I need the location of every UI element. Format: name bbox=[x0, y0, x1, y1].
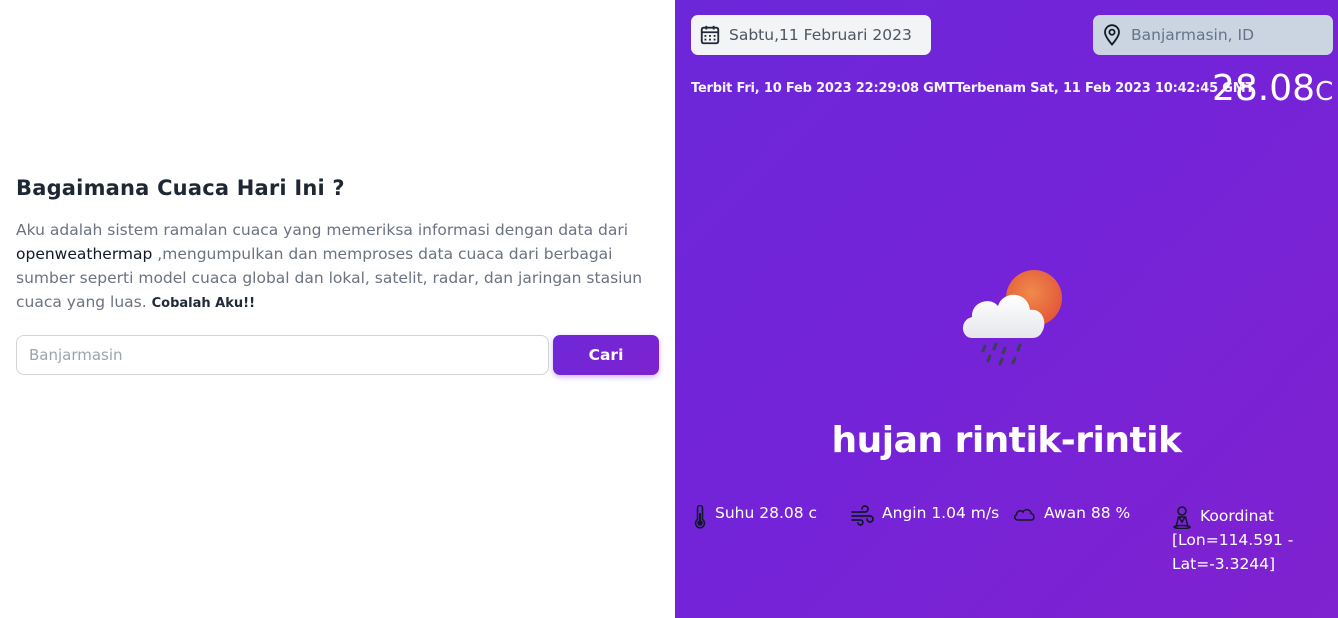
weather-condition: hujan rintik-rintik bbox=[831, 420, 1182, 461]
wind-stat-text: Angin 1.04 m/s bbox=[882, 504, 1000, 522]
date-text: Sabtu,11 Februari 2023 bbox=[729, 26, 912, 44]
sunrise-text: Terbit Fri, 10 Feb 2023 22:29:08 GMT bbox=[691, 81, 956, 96]
location-text: Banjarmasin, ID bbox=[1131, 26, 1255, 44]
wind-icon bbox=[851, 505, 874, 526]
location-person-icon bbox=[1173, 506, 1191, 529]
city-search-input[interactable] bbox=[16, 335, 549, 375]
stat-clouds: Awan 88 % bbox=[1012, 504, 1130, 523]
cloud-sun-drizzle-icon bbox=[962, 270, 1062, 366]
stat-coordinates: Koordinat bbox=[1172, 504, 1274, 529]
temperature-value: 28.08 bbox=[1212, 68, 1316, 109]
stat-wind: Angin 1.04 m/s bbox=[850, 504, 999, 527]
openweathermap-link[interactable]: openweathermap bbox=[16, 245, 152, 263]
intro-description: Aku adalah sistem ramalan cuaca yang mem… bbox=[16, 218, 666, 316]
temperature-stat-text: Suhu 28.08 c bbox=[715, 504, 818, 522]
temperature-display: 28.08C bbox=[1212, 68, 1333, 109]
coordinates-value: [Lon=114.591 - Lat=-3.3244] bbox=[1172, 531, 1294, 573]
thermometer-icon bbox=[694, 505, 706, 529]
weather-panel: Sabtu,11 Februari 2023 Banjarmasin, ID T… bbox=[675, 0, 1338, 618]
coordinates-label: Koordinat bbox=[1200, 507, 1275, 525]
intro-callout: Cobalah Aku!! bbox=[151, 296, 256, 311]
sunset-text: Terbenam Sat, 11 Feb 2023 10:42:45 GMT bbox=[955, 81, 1255, 96]
sun-times: Terbit Fri, 10 Feb 2023 22:29:08 GMTTerb… bbox=[691, 81, 1254, 96]
stat-temperature: Suhu 28.08 c bbox=[693, 504, 817, 529]
intro-panel: Bagaimana Cuaca Hari Ini ? Aku adalah si… bbox=[0, 0, 675, 618]
clouds-stat-text: Awan 88 % bbox=[1044, 504, 1131, 522]
calendar-icon bbox=[700, 25, 720, 45]
location-display: Banjarmasin, ID bbox=[1093, 15, 1333, 55]
search-button[interactable]: Cari bbox=[553, 335, 659, 375]
date-display: Sabtu,11 Februari 2023 bbox=[691, 15, 931, 55]
page-title: Bagaimana Cuaca Hari Ini ? bbox=[16, 176, 345, 200]
map-pin-icon bbox=[1104, 24, 1120, 46]
intro-text-part1: Aku adalah sistem ramalan cuaca yang mem… bbox=[16, 221, 629, 239]
cloud-icon bbox=[1013, 509, 1035, 521]
temperature-unit: C bbox=[1315, 77, 1334, 107]
